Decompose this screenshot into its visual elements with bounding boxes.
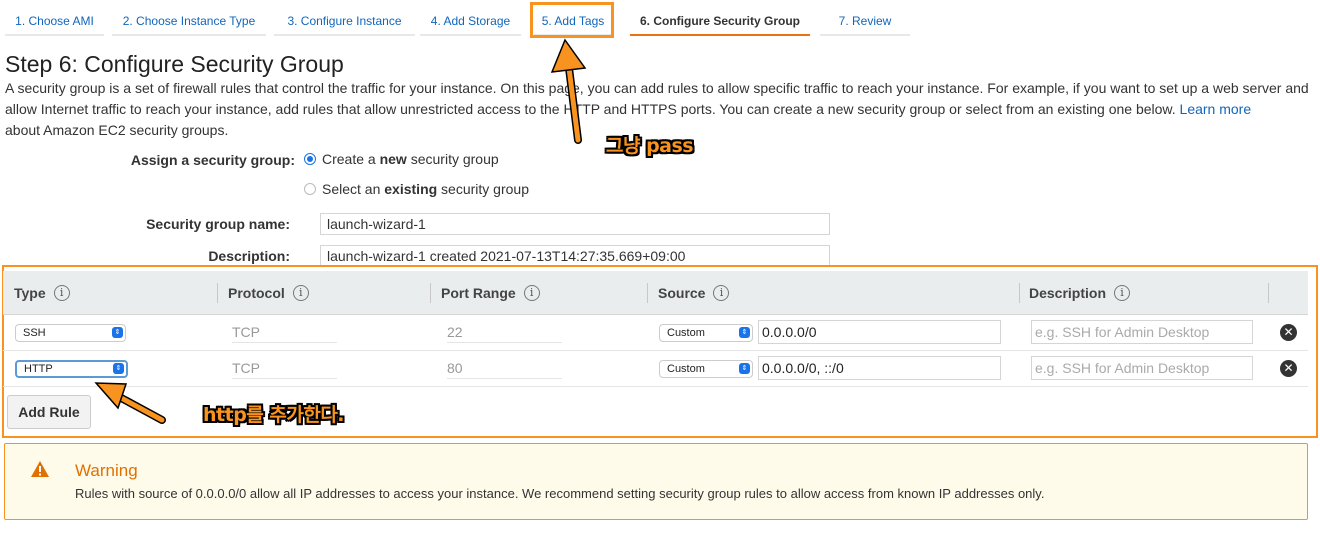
column-divider bbox=[647, 283, 648, 303]
col-source: Source i bbox=[658, 271, 730, 315]
rule-description-input[interactable]: e.g. SSH for Admin Desktop bbox=[1031, 356, 1253, 380]
tab-choose-instance-type[interactable]: 2. Choose Instance Type bbox=[112, 6, 266, 36]
tab-configure-instance[interactable]: 3. Configure Instance bbox=[274, 6, 415, 36]
select-arrows-icon: ⇕ bbox=[112, 327, 123, 338]
radio-existing-suffix: security group bbox=[437, 181, 529, 197]
remove-rule-icon[interactable]: ✕ bbox=[1280, 360, 1297, 377]
col-source-label: Source bbox=[658, 285, 706, 301]
table-row: HTTP ⇕ TCP 80 Custom ⇕ 0.0.0.0/0, ::/0 e.g… bbox=[3, 351, 1308, 387]
type-select-value: SSH bbox=[23, 327, 46, 339]
info-icon[interactable]: i bbox=[713, 285, 730, 301]
radio-select-existing[interactable]: Select an existing security group bbox=[304, 181, 529, 197]
annotation-tags-note: 그냥 pass bbox=[606, 135, 694, 157]
description-field[interactable]: launch-wizard-1 created 2021-07-13T14:27… bbox=[320, 245, 830, 267]
warning-text: Rules with source of 0.0.0.0/0 allow all… bbox=[75, 486, 1045, 501]
radio-create-new[interactable]: Create a new security group bbox=[304, 151, 499, 167]
select-arrows-icon: ⇕ bbox=[113, 363, 124, 374]
col-description-label: Description bbox=[1029, 285, 1107, 301]
radio-new-suffix: security group bbox=[406, 151, 499, 167]
intro-tail: about Amazon EC2 security groups. bbox=[5, 122, 229, 138]
source-input[interactable]: 0.0.0.0/0 bbox=[758, 320, 1001, 344]
page-title: Step 6: Configure Security Group bbox=[5, 51, 344, 77]
info-icon[interactable]: i bbox=[53, 285, 70, 301]
tab-add-storage[interactable]: 4. Add Storage bbox=[420, 6, 521, 36]
group-name-field[interactable]: launch-wizard-1 bbox=[320, 213, 830, 235]
rule-description-input[interactable]: e.g. SSH for Admin Desktop bbox=[1031, 320, 1253, 344]
remove-rule-icon[interactable]: ✕ bbox=[1280, 324, 1297, 341]
col-type-label: Type bbox=[14, 285, 46, 301]
warning-title: Warning bbox=[75, 461, 138, 480]
col-description: Description i bbox=[1029, 271, 1131, 315]
tab-review[interactable]: 7. Review bbox=[820, 6, 910, 36]
source-mode-value: Custom bbox=[667, 327, 705, 339]
select-arrows-icon: ⇕ bbox=[739, 363, 750, 374]
warning-alert: Warning Rules with source of 0.0.0.0/0 a… bbox=[4, 443, 1308, 520]
column-divider bbox=[430, 283, 431, 303]
column-divider bbox=[217, 283, 218, 303]
info-icon[interactable]: i bbox=[523, 285, 540, 301]
column-divider bbox=[1019, 283, 1020, 303]
type-select[interactable]: SSH ⇕ bbox=[15, 324, 126, 342]
select-arrows-icon: ⇕ bbox=[739, 327, 750, 338]
port-range-cell: 80 bbox=[447, 357, 562, 379]
table-row: SSH ⇕ TCP 22 Custom ⇕ 0.0.0.0/0 e.g. SSH f… bbox=[3, 315, 1308, 351]
source-mode-select[interactable]: Custom ⇕ bbox=[659, 360, 753, 378]
source-input[interactable]: 0.0.0.0/0, ::/0 bbox=[758, 356, 1001, 380]
port-range-cell: 22 bbox=[447, 321, 562, 343]
learn-more-link[interactable]: Learn more bbox=[1180, 101, 1252, 117]
source-mode-value: Custom bbox=[667, 363, 705, 375]
description-label: Description: bbox=[208, 248, 290, 264]
col-protocol-label: Protocol bbox=[228, 285, 285, 301]
radio-new-bold: new bbox=[379, 151, 407, 167]
source-mode-select[interactable]: Custom ⇕ bbox=[659, 324, 753, 342]
radio-new-prefix: Create a bbox=[322, 151, 380, 167]
tab-configure-security-group[interactable]: 6. Configure Security Group bbox=[630, 6, 810, 36]
info-icon[interactable]: i bbox=[1114, 285, 1131, 301]
tab-add-tags[interactable]: 5. Add Tags bbox=[534, 6, 612, 36]
group-name-label: Security group name: bbox=[146, 216, 290, 232]
radio-existing-prefix: Select an bbox=[322, 181, 385, 197]
intro-text: A security group is a set of firewall ru… bbox=[5, 80, 1309, 117]
protocol-cell: TCP bbox=[232, 321, 337, 343]
warning-icon bbox=[31, 461, 49, 477]
rules-table-header: Type i Protocol i Port Range i Source i Desc… bbox=[3, 271, 1308, 315]
annotation-http-note: http를 추가한다. bbox=[203, 404, 345, 426]
col-type: Type i bbox=[14, 271, 70, 315]
info-icon[interactable]: i bbox=[292, 285, 309, 301]
radio-existing-bold: existing bbox=[384, 181, 438, 197]
col-port-range-label: Port Range bbox=[441, 285, 516, 301]
col-protocol: Protocol i bbox=[228, 271, 309, 315]
tab-choose-ami[interactable]: 1. Choose AMI bbox=[5, 6, 104, 36]
column-divider bbox=[1268, 283, 1269, 303]
add-rule-button[interactable]: Add Rule bbox=[7, 395, 91, 429]
radio-button-checked[interactable] bbox=[304, 153, 316, 165]
radio-button-unchecked[interactable] bbox=[304, 183, 316, 195]
assign-group-label: Assign a security group: bbox=[130, 152, 295, 168]
type-select-value: HTTP bbox=[24, 363, 53, 375]
col-port-range: Port Range i bbox=[441, 271, 540, 315]
protocol-cell: TCP bbox=[232, 357, 337, 379]
type-select[interactable]: HTTP ⇕ bbox=[15, 360, 128, 378]
